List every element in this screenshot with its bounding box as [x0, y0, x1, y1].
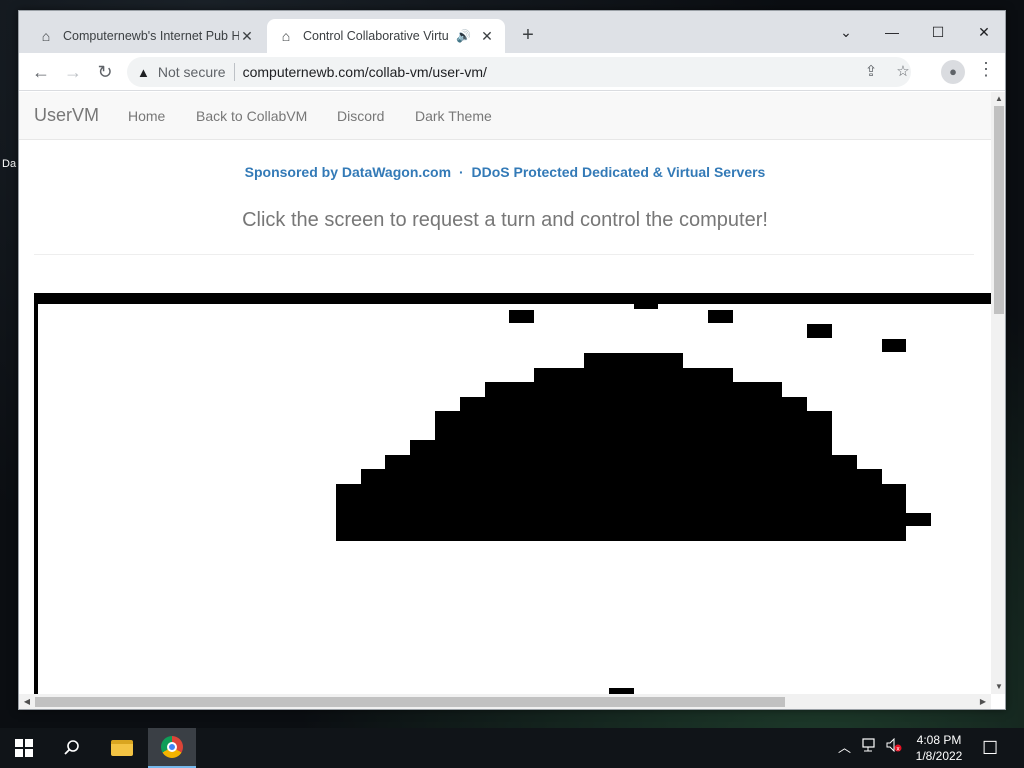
- sponsor-tagline-link[interactable]: DDoS Protected Dedicated & Virtual Serve…: [472, 164, 766, 180]
- address-separator: [233, 63, 235, 81]
- address-bar[interactable]: ▲ Not secure computernewb.com/collab-vm/…: [127, 57, 911, 87]
- forward-button[interactable]: →: [59, 58, 87, 86]
- vm-pixel-block: [534, 368, 733, 383]
- warning-triangle-icon[interactable]: ▲: [137, 65, 150, 80]
- windows-logo-icon: [15, 739, 33, 757]
- vm-pixel-block: [584, 353, 683, 368]
- bookmark-star-icon[interactable]: ☆: [893, 62, 913, 80]
- content-divider: [34, 254, 974, 255]
- new-tab-button[interactable]: +: [517, 25, 539, 47]
- minimize-button[interactable]: —: [869, 17, 915, 47]
- vm-pixel-block: [435, 411, 832, 440]
- nav-link-home[interactable]: Home: [128, 108, 165, 124]
- security-status[interactable]: Not secure: [158, 64, 226, 80]
- tab-pub-hub[interactable]: ⌂ Computernewb's Internet Pub Hub ✕: [27, 19, 265, 53]
- tab-strip: ⌂ Computernewb's Internet Pub Hub ✕ ⌂ Co…: [19, 11, 1005, 53]
- vm-pixel-block: [410, 440, 832, 456]
- back-button[interactable]: ←: [27, 58, 55, 86]
- profile-avatar-icon[interactable]: ●: [941, 60, 965, 84]
- page-viewport: UserVM Home Back to CollabVM Discord Dar…: [19, 92, 991, 694]
- nav-link-discord[interactable]: Discord: [337, 108, 384, 124]
- vm-pixel-block: [708, 310, 733, 323]
- horizontal-scroll-thumb[interactable]: [35, 697, 785, 707]
- browser-window: ⌂ Computernewb's Internet Pub Hub ✕ ⌂ Co…: [18, 10, 1006, 710]
- vm-pixel-block: [807, 324, 832, 338]
- vm-pixel-block: [336, 499, 906, 541]
- tab-title: Control Collaborative Virtual Machines: [303, 29, 449, 43]
- svg-text:x: x: [896, 745, 900, 752]
- clock-date: 1/8/2022: [915, 749, 963, 763]
- browser-toolbar: ← → ↻ ▲ Not secure computernewb.com/coll…: [19, 53, 1005, 91]
- vm-pixel-block: [460, 397, 807, 412]
- close-tab-icon[interactable]: ✕: [239, 28, 255, 45]
- close-window-button[interactable]: ✕: [961, 17, 1005, 47]
- turn-instruction: Click the screen to request a turn and c…: [242, 209, 768, 231]
- show-hidden-icons-chevron-icon[interactable]: ︿: [838, 728, 851, 768]
- close-tab-icon[interactable]: ✕: [479, 28, 495, 45]
- horizontal-scrollbar[interactable]: ◀ ▶: [19, 694, 991, 709]
- start-button[interactable]: [0, 728, 48, 768]
- scroll-right-arrow-icon[interactable]: ▶: [975, 695, 991, 709]
- desktop-icon-label[interactable]: Da: [2, 158, 16, 170]
- vm-pixel-block: [634, 304, 658, 309]
- chrome-taskbar-icon[interactable]: [148, 728, 196, 768]
- vm-pixel-block: [882, 339, 906, 352]
- maximize-button[interactable]: ☐: [915, 17, 961, 47]
- search-icon[interactable]: [48, 728, 96, 768]
- vertical-scroll-thumb[interactable]: [994, 106, 1004, 314]
- share-icon[interactable]: ⇪: [861, 62, 881, 80]
- tab-title: Computernewb's Internet Pub Hub: [63, 29, 239, 43]
- scroll-left-arrow-icon[interactable]: ◀: [19, 695, 35, 709]
- vm-pixel-block: [385, 455, 857, 470]
- browser-menu-icon[interactable]: ⋮: [977, 59, 995, 80]
- site-brand[interactable]: UserVM: [34, 105, 99, 126]
- vm-pixel-block: [361, 469, 882, 484]
- computernewb-favicon-icon: ⌂: [41, 28, 51, 44]
- scroll-up-arrow-icon[interactable]: ▲: [991, 92, 1005, 106]
- tab-collab-vm[interactable]: ⌂ Control Collaborative Virtual Machines…: [267, 19, 505, 53]
- file-explorer-icon[interactable]: [98, 728, 146, 768]
- tab-search-chevron-icon[interactable]: ⌄: [823, 17, 869, 47]
- reload-button[interactable]: ↻: [91, 58, 119, 86]
- system-clock[interactable]: 4:08 PM 1/8/2022: [908, 732, 970, 764]
- vm-pixel-block: [336, 484, 906, 499]
- computernewb-favicon-icon: ⌂: [281, 28, 291, 44]
- windows-taskbar: ︿ x 4:08 PM 1/8/2022 ☐: [0, 728, 1024, 768]
- url-text[interactable]: computernewb.com/collab-vm/user-vm/: [243, 64, 487, 80]
- network-icon[interactable]: [862, 728, 880, 768]
- vm-pixel-block: [485, 382, 782, 397]
- vm-pixel-block: [906, 513, 931, 526]
- clock-time: 4:08 PM: [916, 733, 962, 747]
- vm-pixel-block: [509, 310, 534, 323]
- nav-link-dark-theme[interactable]: Dark Theme: [415, 108, 492, 124]
- speaker-icon[interactable]: 🔊: [456, 29, 471, 43]
- site-navbar: UserVM Home Back to CollabVM Discord Dar…: [19, 92, 991, 140]
- scroll-down-arrow-icon[interactable]: ▼: [991, 680, 1005, 694]
- vm-display-screen[interactable]: [34, 293, 991, 694]
- nav-link-back-to-collabvm[interactable]: Back to CollabVM: [196, 108, 307, 124]
- sponsor-link[interactable]: Sponsored by DataWagon.com: [245, 164, 451, 180]
- sponsor-banner: Sponsored by DataWagon.com · DDoS Protec…: [19, 164, 991, 180]
- notification-center-icon[interactable]: ☐: [982, 728, 998, 768]
- volume-muted-icon[interactable]: x: [886, 728, 902, 768]
- vertical-scrollbar[interactable]: ▲ ▼: [991, 92, 1005, 694]
- sponsor-separator: ·: [458, 164, 464, 180]
